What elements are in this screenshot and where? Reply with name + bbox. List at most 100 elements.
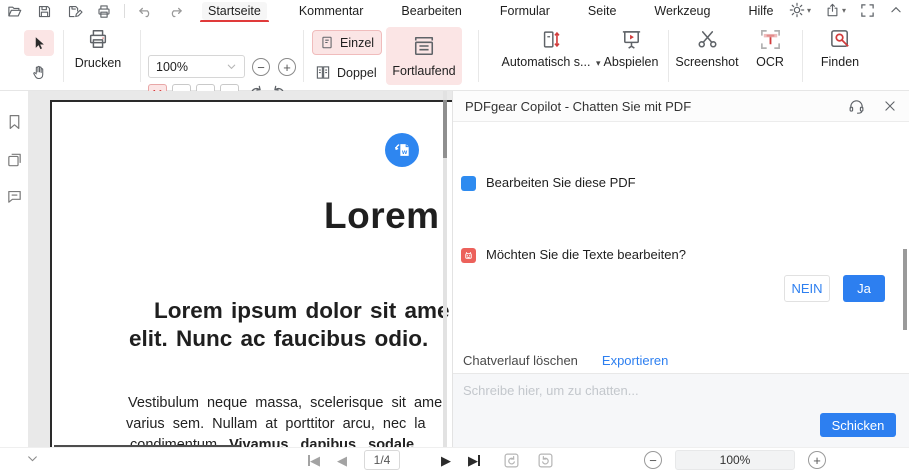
zoom-level-display[interactable]: 100% — [675, 450, 795, 470]
document-body-line1: Vestibulum neque massa, scelerisque sit … — [128, 395, 443, 411]
tab-kommentar[interactable]: Kommentar — [293, 2, 370, 20]
titlebar-separator — [124, 4, 125, 18]
rotate-page-right-button[interactable] — [537, 452, 554, 469]
document-scrollbar-thumb[interactable] — [443, 100, 447, 158]
fullscreen-button[interactable] — [860, 3, 875, 18]
panel-scrollbar-thumb[interactable] — [903, 249, 907, 330]
collapse-toolbar-button[interactable] — [889, 3, 903, 17]
clear-chat-link[interactable]: Chatverlauf löschen — [463, 353, 578, 368]
left-sidebar — [0, 91, 28, 447]
edit-pdf-icon — [461, 176, 476, 191]
support-button[interactable] — [848, 98, 865, 115]
play-button[interactable]: Abspielen — [598, 28, 664, 69]
document-heading-line2: elit. Nunc ac faucibus odio. — [129, 326, 429, 351]
share-button[interactable]: ▾ — [825, 2, 846, 18]
export-chat-link[interactable]: Exportieren — [602, 353, 668, 368]
next-page-button[interactable]: ▶ — [441, 454, 451, 467]
single-page-label: Einzel — [340, 35, 375, 50]
hand-tool-button[interactable] — [24, 59, 54, 85]
chevron-down-icon: ▾ — [806, 5, 811, 15]
share-icon — [827, 3, 838, 17]
tab-bearbeiten[interactable]: Bearbeiten — [395, 2, 467, 20]
tab-hilfe[interactable]: Hilfe — [742, 2, 779, 20]
presentation-play-icon — [622, 31, 640, 49]
last-page-button[interactable]: ▶ — [468, 454, 480, 467]
pdf-page[interactable]: w Lorem Lorem ipsum dolor sit ame elit. … — [50, 100, 452, 447]
sun-icon — [789, 2, 805, 18]
find-button[interactable]: Finden — [812, 28, 868, 69]
screenshot-button[interactable]: Screenshot — [672, 28, 742, 69]
copilot-message-1: Bearbeiten Sie diese PDF — [461, 175, 636, 191]
toolbar-separator — [668, 30, 669, 82]
screenshot-label: Screenshot — [675, 55, 739, 69]
chevron-down-icon — [227, 64, 236, 70]
page-indicator[interactable]: 1/4 — [364, 450, 400, 470]
copilot-message-1-text: Bearbeiten Sie diese PDF — [486, 175, 636, 190]
toolbar-separator — [802, 30, 803, 82]
zoom-in-button-bottom[interactable]: + — [808, 451, 826, 469]
redo-icon[interactable] — [165, 2, 185, 20]
document-title: Lorem — [324, 195, 440, 236]
auto-scroll-icon — [543, 31, 560, 48]
continuous-view-icon — [414, 36, 434, 55]
save-as-icon[interactable] — [64, 2, 84, 20]
print-button[interactable]: Drucken — [70, 28, 126, 70]
copilot-panel: PDFgear Copilot - Chatten Sie mit PDF Be… — [452, 91, 909, 447]
rotate-page-left-button[interactable] — [503, 452, 520, 469]
undo-icon[interactable] — [135, 2, 155, 20]
double-page-button[interactable]: Doppel — [308, 60, 384, 85]
continuous-view-button[interactable]: Fortlaufend — [386, 27, 462, 85]
ocr-button[interactable]: OCR — [748, 28, 792, 69]
robot-icon — [461, 248, 476, 263]
chat-input[interactable] — [463, 380, 823, 400]
collapse-sidebar-button[interactable] — [26, 452, 39, 465]
ocr-label: OCR — [756, 55, 784, 69]
no-button[interactable]: NEIN — [784, 275, 830, 302]
send-button[interactable]: Schicken — [820, 413, 896, 437]
tab-seite[interactable]: Seite — [582, 2, 623, 20]
tab-formular[interactable]: Formular — [494, 2, 556, 20]
comment-icon — [8, 190, 21, 203]
chat-input-area: Schicken — [453, 373, 909, 447]
comments-panel-button[interactable] — [6, 188, 23, 205]
pages-icon — [8, 153, 21, 167]
copilot-title: PDFgear Copilot - Chatten Sie mit PDF — [465, 98, 692, 114]
single-page-button[interactable]: Einzel — [312, 30, 383, 55]
close-icon — [885, 101, 895, 111]
toolbar-separator — [140, 30, 141, 82]
continuous-view-label: Fortlaufend — [392, 63, 456, 78]
previous-page-button[interactable]: ◀ — [337, 454, 347, 467]
search-icon — [830, 30, 849, 47]
yes-button[interactable]: Ja — [843, 275, 885, 302]
chevron-down-icon: ▾ — [841, 5, 846, 15]
scissors-icon — [697, 31, 717, 48]
document-body-line2: varius sem. Nullam at porttitor arcu, ne… — [126, 416, 426, 432]
select-tool-button[interactable] — [24, 30, 54, 56]
quick-print-icon[interactable] — [94, 2, 114, 20]
tab-werkzeug[interactable]: Werkzeug — [648, 2, 716, 20]
copilot-message-2: Möchten Sie die Texte bearbeiten? — [461, 247, 686, 263]
auto-scroll-label: Automatisch s... — [501, 55, 591, 69]
theme-toggle[interactable]: ▾ — [789, 2, 811, 18]
print-label: Drucken — [74, 56, 122, 70]
zoom-out-button[interactable]: − — [252, 58, 270, 76]
auto-scroll-button[interactable]: Automatisch s... ▾ — [496, 28, 606, 69]
play-label: Abspielen — [603, 55, 659, 69]
zoom-in-button[interactable]: + — [278, 58, 296, 76]
first-page-button[interactable]: ◀ — [308, 454, 320, 467]
close-panel-button[interactable] — [883, 99, 897, 113]
copilot-header: PDFgear Copilot - Chatten Sie mit PDF — [453, 91, 909, 122]
zoom-select[interactable]: 100% — [148, 55, 245, 78]
open-file-icon[interactable] — [4, 2, 24, 20]
zoom-value: 100% — [156, 59, 188, 74]
convert-to-word-badge[interactable]: w — [385, 133, 419, 167]
document-viewport[interactable]: w Lorem Lorem ipsum dolor sit ame elit. … — [28, 91, 452, 447]
hand-icon — [33, 65, 44, 79]
zoom-out-button-bottom[interactable]: − — [644, 451, 662, 469]
find-label: Finden — [820, 55, 860, 69]
bookmarks-panel-button[interactable] — [6, 113, 23, 131]
thumbnails-panel-button[interactable] — [6, 151, 23, 169]
save-icon[interactable] — [34, 2, 54, 20]
main-toolbar: Drucken 100% − + 1:1 ∴ ·· : Einzel Doppe… — [0, 22, 909, 103]
tab-startseite[interactable]: Startseite — [200, 2, 269, 23]
